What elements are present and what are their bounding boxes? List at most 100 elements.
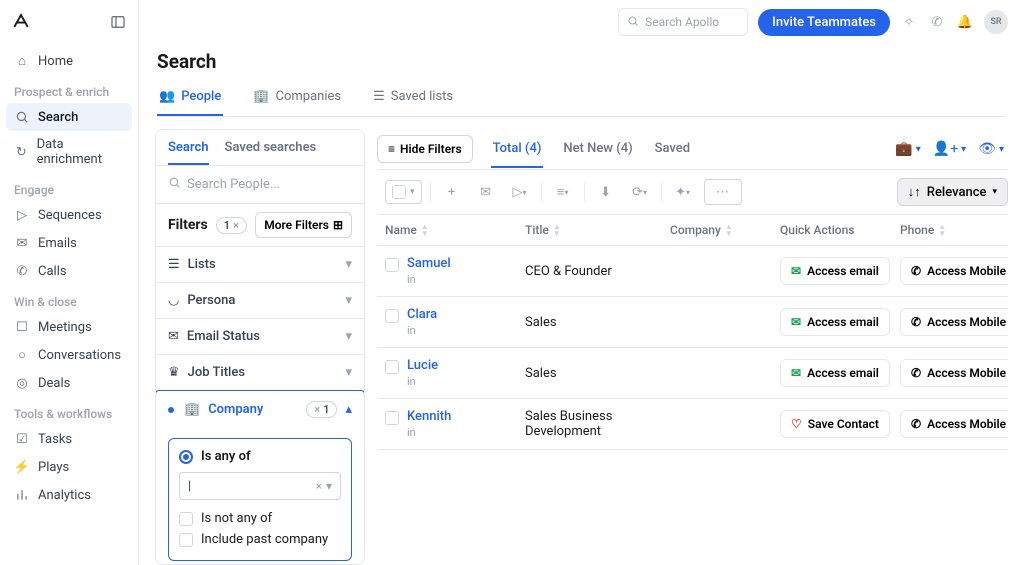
save-contact-button[interactable]: ♡Save Contact [780,410,890,438]
add-user-action[interactable]: 👤+▾ [933,141,966,157]
sidebar-calls[interactable]: ✆ Calls [6,257,132,285]
mail-status-icon: ✉ [168,329,179,344]
phone-icon[interactable]: ✆ [928,13,946,31]
access-mobile-button[interactable]: ✆Access Mobile [900,308,1008,336]
person-name-link[interactable]: Lucie [407,358,438,373]
option-is-not-any-of[interactable]: Is not any of [179,508,341,529]
more-icon[interactable]: ⋯ [704,179,742,205]
person-title: Sales [525,366,670,381]
linkedin-icon[interactable]: in [407,426,451,439]
access-email-button[interactable]: ✉Access email [780,257,890,285]
sort-icon: ↓↑ [908,184,921,200]
sidebar-conversations[interactable]: ○ Conversations [6,341,132,369]
dropdown-icon[interactable]: ▾ [326,479,332,493]
tab-people[interactable]: 👥 People [157,89,223,116]
person-name-link[interactable]: Samuel [407,256,451,271]
row-checkbox[interactable] [385,360,399,374]
nav-section-tools: Tools & workflows [6,397,132,425]
invite-teammates-button[interactable]: Invite Teammates [758,9,890,36]
result-tab-net-new[interactable]: Net New (4) [561,131,634,168]
more-filters-button[interactable]: More Filters ⊞ [255,212,352,238]
access-email-button[interactable]: ✉Access email [780,359,890,387]
sidebar-home[interactable]: ⌂ Home [6,47,132,75]
global-search-input[interactable]: Search Apollo [618,8,748,36]
col-company[interactable]: Company ▲▼ [670,223,780,237]
access-mobile-button[interactable]: ✆Access Mobile [900,359,1008,387]
row-checkbox[interactable] [385,411,399,425]
clear-input-icon[interactable]: × [316,479,322,493]
sort-arrows-icon: ▲▼ [553,223,561,237]
download-icon[interactable]: ⬇ [593,179,619,205]
filter-lists[interactable]: ☰Lists ▾ [156,247,364,283]
table-row: Kennith in Sales Business Development ♡S… [377,399,1008,450]
sidebar-deals[interactable]: ◎ Deals [6,369,132,397]
enrich-icon[interactable]: ⟳▾ [627,179,653,205]
company-input[interactable]: | × ▾ [179,472,341,500]
sidebar-data-enrichment[interactable]: ↻ Data enrichment [6,131,132,173]
filter-tab-search[interactable]: Search [168,140,209,165]
select-all-checkbox[interactable]: ▾ [385,180,422,204]
extension-icon[interactable]: ✧ [900,13,918,31]
filter-persona[interactable]: ◡Persona ▾ [156,283,364,319]
row-checkbox[interactable] [385,258,399,272]
tab-saved-lists[interactable]: ☰ Saved lists [371,89,455,116]
option-include-past[interactable]: Include past company [179,529,341,550]
chevron-down-icon: ▾ [992,187,997,197]
chevron-down-icon: ▾ [345,365,352,380]
filter-job-titles[interactable]: ♛Job Titles ▾ [156,355,364,391]
collapse-sidebar-icon[interactable] [110,14,126,34]
col-name[interactable]: Name ▲▼ [385,223,525,237]
filter-company[interactable]: 🏢Company ×1 ▴ [156,391,364,428]
sidebar-search[interactable]: Search [6,103,132,131]
option-is-any-of[interactable]: Is any of [179,449,341,464]
hide-filters-button[interactable]: ≡ Hide Filters [377,135,473,163]
phone-icon: ✆ [911,417,921,431]
briefcase-action[interactable]: 💼▾ [895,141,920,157]
col-title[interactable]: Title ▲▼ [525,223,670,237]
row-checkbox[interactable] [385,309,399,323]
add-icon[interactable]: + [439,179,465,205]
table-row: Samuel in CEO & Founder ✉Access email ✆A… [377,246,1008,297]
linkedin-icon[interactable]: in [407,273,451,286]
mail-icon[interactable]: ✉ [473,179,499,205]
play-icon: ▷ [14,207,30,223]
chevron-down-icon: ▾ [345,257,352,272]
filter-email-status[interactable]: ✉Email Status ▾ [156,319,364,355]
col-phone[interactable]: Phone ▲▼ [900,223,1000,237]
clear-icon[interactable]: × [233,219,239,232]
sequence-icon[interactable]: ≡▾ [550,179,576,205]
phone-icon: ✆ [911,366,921,380]
sidebar-sequences[interactable]: ▷ Sequences [6,201,132,229]
filters-count-badge[interactable]: 1 × [216,217,247,234]
home-icon: ⌂ [14,53,30,69]
access-email-button[interactable]: ✉Access email [780,308,890,336]
bolt-icon: ⚡ [14,459,30,475]
send-icon[interactable]: ▷▾ [507,179,533,205]
person-name-link[interactable]: Clara [407,307,437,322]
access-mobile-button[interactable]: ✆Access Mobile [900,410,1008,438]
sort-relevance-button[interactable]: ↓↑ Relevance ▾ [897,178,1008,206]
sidebar-plays[interactable]: ⚡ Plays [6,453,132,481]
result-tab-saved[interactable]: Saved [653,131,692,168]
ai-icon[interactable]: ✦▾ [670,179,696,205]
notification-icon[interactable]: 🔔 [956,13,974,31]
nav-section-engage: Engage [6,173,132,201]
sidebar-emails[interactable]: ✉ Emails [6,229,132,257]
linkedin-icon[interactable]: in [407,375,438,388]
access-mobile-button[interactable]: ✆Access Mobile [900,257,1008,285]
tab-companies[interactable]: 🏢 Companies [251,89,343,116]
result-tab-total[interactable]: Total (4) [491,131,544,168]
sliders-icon: ≡ [388,142,395,156]
sidebar-tasks[interactable]: ☑ Tasks [6,425,132,453]
check-icon: ☑ [14,431,30,447]
company-count-badge[interactable]: ×1 [306,401,337,418]
persona-icon: ◡ [168,293,179,308]
filter-tab-saved[interactable]: Saved searches [225,140,317,165]
eye-action[interactable]: 👁▾ [978,141,1004,157]
user-avatar[interactable]: SR [984,10,1008,34]
linkedin-icon[interactable]: in [407,324,437,337]
person-name-link[interactable]: Kennith [407,409,451,424]
sidebar-analytics[interactable]: Analytics [6,481,132,509]
sidebar-meetings[interactable]: ☐ Meetings [6,313,132,341]
filter-search-input[interactable]: Search People... [156,166,364,204]
